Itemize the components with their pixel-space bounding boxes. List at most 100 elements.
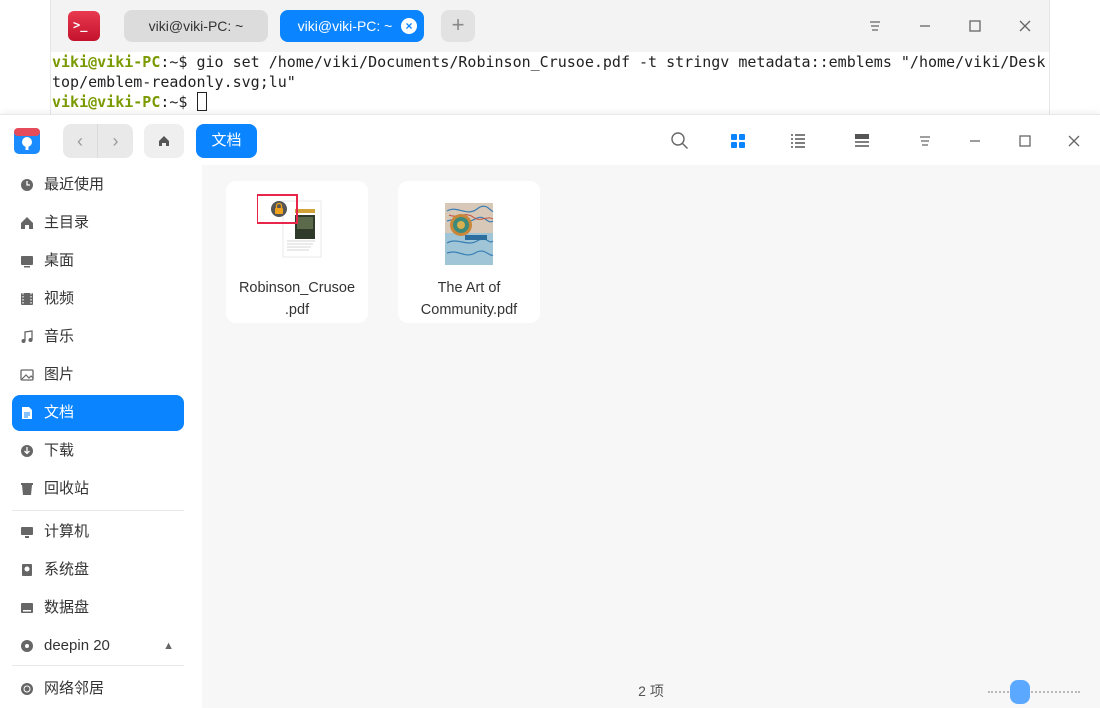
home-icon: [159, 136, 169, 146]
sidebar-item-home[interactable]: 主目录: [12, 205, 184, 241]
trash-icon: [21, 483, 33, 495]
file-manager-toolbar: ‹ › 文档: [0, 115, 1100, 165]
optical-disc-icon: [21, 640, 33, 652]
sidebar-item-trash[interactable]: 回收站: [12, 471, 184, 507]
download-icon: [21, 445, 33, 457]
picture-icon: [20, 369, 34, 381]
close-icon[interactable]: [1061, 128, 1087, 154]
text-cursor: [196, 92, 207, 111]
disk-icon: [21, 603, 33, 613]
minimize-icon[interactable]: [913, 14, 937, 38]
file-item-art-of-community[interactable]: The Art of Community.pdf: [398, 181, 540, 323]
document-icon: [22, 407, 32, 419]
zoom-slider-handle[interactable]: [1010, 680, 1030, 704]
sidebar-item-label: 计算机: [44, 523, 90, 540]
prompt-path: :~$: [160, 93, 188, 111]
sidebar-item-label: 回收站: [44, 480, 90, 497]
file-name-line: .pdf: [284, 302, 310, 318]
breadcrumb[interactable]: 文档: [196, 124, 257, 158]
terminal-tab-1[interactable]: viki@viki-PC: ~: [124, 10, 268, 42]
file-name: Robinson_Crusoe .pdf: [226, 277, 368, 321]
terminal-titlebar: >_ viki@viki-PC: ~ viki@viki-PC: ~ × +: [51, 0, 1049, 52]
prompt-user: viki@viki-PC: [52, 93, 161, 111]
zoom-slider-track[interactable]: [988, 691, 1080, 693]
detail-view-icon[interactable]: [849, 128, 875, 154]
forward-button[interactable]: ›: [98, 124, 133, 158]
file-view[interactable]: Robinson_Crusoe .pdf The Art of Communit…: [202, 165, 1100, 708]
file-name: The Art of Community.pdf: [398, 277, 540, 321]
navigation-group: ‹ ›: [63, 124, 133, 158]
command-text: gio set /home/viki/Documents/Robinson_Cr…: [187, 53, 1046, 71]
sidebar: 最近使用 主目录 桌面 视频 音乐 图片 文档 下载 回收站 计算机 系统盘 数…: [0, 165, 200, 708]
file-name-line: The Art of: [437, 280, 501, 296]
terminal-output[interactable]: viki@viki-PC:~$ gio set /home/viki/Docum…: [51, 52, 1049, 112]
status-bar-item-count: 2 项: [638, 683, 664, 699]
list-view-icon[interactable]: [785, 128, 811, 154]
sidebar-item-label: 图片: [44, 366, 75, 383]
close-tab-icon[interactable]: ×: [401, 18, 417, 34]
sidebar-item-optical-disc[interactable]: deepin 20 ▲: [12, 628, 184, 664]
maximize-icon[interactable]: [963, 14, 987, 38]
desktop-icon: [21, 256, 33, 268]
sidebar-item-label: 视频: [44, 290, 75, 307]
terminal-app-icon: >_: [68, 11, 100, 41]
sidebar-item-label: 下载: [44, 442, 75, 459]
sidebar-item-label: deepin 20: [44, 637, 110, 654]
sidebar-item-downloads[interactable]: 下载: [12, 433, 184, 469]
sidebar-item-label: 网络邻居: [44, 680, 105, 697]
sidebar-item-label: 系统盘: [44, 561, 90, 578]
file-manager-logo-icon: [14, 128, 40, 154]
home-icon: [21, 217, 33, 229]
menu-icon[interactable]: [863, 14, 887, 38]
sidebar-divider: [12, 510, 184, 511]
sidebar-item-system-disk[interactable]: 系统盘: [12, 552, 184, 588]
terminal-line: viki@viki-PC:~$: [52, 92, 1049, 112]
terminal-line: viki@viki-PC:~$ gio set /home/viki/Docum…: [52, 52, 1049, 72]
sidebar-item-label: 最近使用: [44, 176, 105, 193]
disk-icon: [22, 564, 32, 576]
new-tab-button[interactable]: +: [441, 10, 475, 42]
home-button[interactable]: [144, 124, 184, 158]
music-icon: [21, 330, 33, 343]
file-manager-window: ‹ › 文档 最近使用 主目录 桌面 视频 音乐 图片 文档 下载 回收站 计算…: [0, 114, 1100, 708]
sidebar-item-label: 主目录: [44, 214, 90, 231]
clock-icon: [21, 179, 33, 191]
file-name-line: Robinson_Crusoe: [238, 280, 356, 296]
close-icon[interactable]: [1013, 14, 1037, 38]
sidebar-item-data-disk[interactable]: 数据盘: [12, 590, 184, 626]
video-icon: [21, 293, 33, 305]
terminal-line: top/emblem-readonly.svg;lu": [52, 72, 1049, 92]
back-button[interactable]: ‹: [63, 124, 98, 158]
pdf-thumbnail-icon: [445, 203, 494, 265]
computer-icon: [21, 527, 33, 538]
sidebar-item-videos[interactable]: 视频: [12, 281, 184, 317]
menu-icon[interactable]: [912, 128, 938, 154]
network-icon: [21, 683, 33, 695]
search-icon[interactable]: [667, 128, 693, 154]
sidebar-item-desktop[interactable]: 桌面: [12, 243, 184, 279]
terminal-tab-2[interactable]: viki@viki-PC: ~ ×: [280, 10, 424, 42]
sidebar-item-label: 数据盘: [44, 599, 90, 616]
sidebar-item-computer[interactable]: 计算机: [12, 514, 184, 550]
sidebar-item-label: 音乐: [44, 328, 75, 345]
terminal-window: >_ viki@viki-PC: ~ viki@viki-PC: ~ × + v…: [50, 0, 1050, 116]
command-continuation: top/emblem-readonly.svg;lu": [52, 73, 296, 91]
sidebar-item-label: 桌面: [44, 252, 75, 269]
prompt-path: :~$: [160, 53, 188, 71]
sidebar-item-music[interactable]: 音乐: [12, 319, 184, 355]
icon-view-icon[interactable]: [725, 128, 751, 154]
sidebar-item-network[interactable]: 网络邻居: [12, 671, 184, 707]
eject-icon[interactable]: ▲: [163, 628, 174, 664]
file-name-line: Community.pdf: [420, 302, 518, 318]
sidebar-item-pictures[interactable]: 图片: [12, 357, 184, 393]
terminal-tab-2-label: viki@viki-PC: ~: [297, 18, 393, 34]
prompt-user: viki@viki-PC: [52, 53, 161, 71]
file-item-robinson-crusoe[interactable]: Robinson_Crusoe .pdf: [226, 181, 368, 323]
maximize-icon[interactable]: [1012, 128, 1038, 154]
sidebar-item-recent[interactable]: 最近使用: [12, 167, 184, 203]
sidebar-item-label: 文档: [44, 404, 75, 421]
sidebar-item-documents[interactable]: 文档: [12, 395, 184, 431]
pdf-thumbnail-icon: [257, 194, 322, 258]
minimize-icon[interactable]: [962, 128, 988, 154]
sidebar-divider: [12, 665, 184, 666]
